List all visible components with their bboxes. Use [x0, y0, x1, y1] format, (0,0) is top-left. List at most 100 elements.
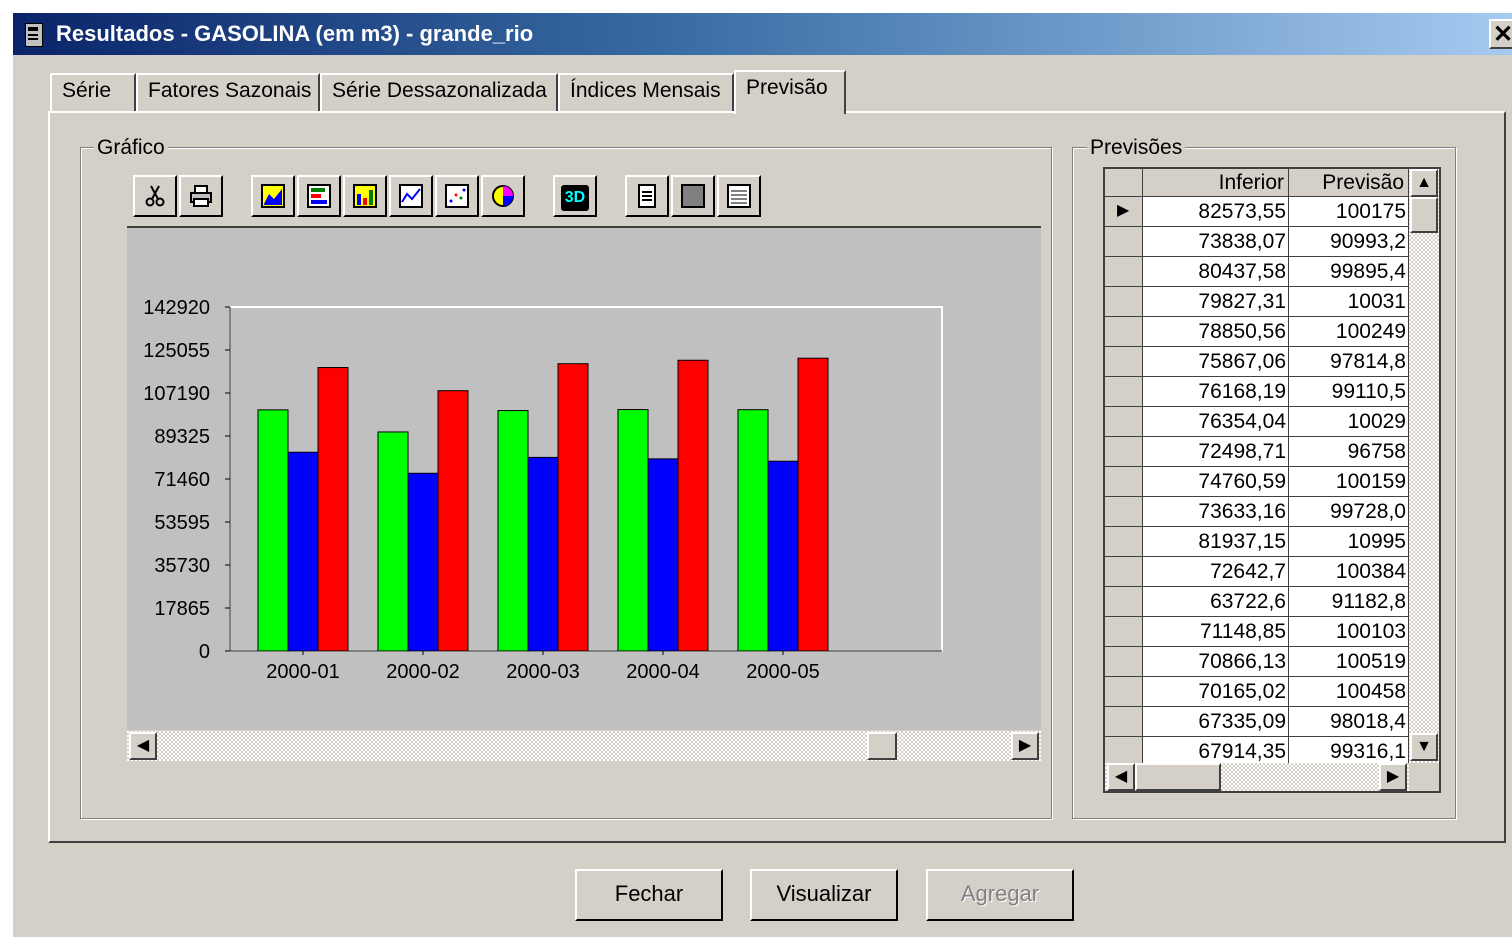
scroll-left-icon[interactable]: ◀ [1107, 763, 1135, 791]
cell-previsao[interactable]: 99895,4 [1289, 257, 1409, 287]
cell-inferior[interactable]: 63722,6 [1143, 587, 1289, 617]
column-header-previsao[interactable]: Previsão [1289, 169, 1409, 197]
cell-previsao[interactable]: 10031 [1289, 287, 1409, 317]
cell-inferior[interactable]: 76168,19 [1143, 377, 1289, 407]
cell-previsao[interactable]: 100175 [1289, 197, 1409, 227]
row-header[interactable] [1105, 257, 1143, 287]
cell-inferior[interactable]: 71148,85 [1143, 617, 1289, 647]
scroll-up-icon[interactable]: ▲ [1410, 169, 1438, 197]
cell-inferior[interactable]: 76354,04 [1143, 407, 1289, 437]
scroll-right-icon[interactable]: ▶ [1011, 732, 1039, 760]
background-color-button[interactable] [671, 175, 715, 217]
cell-inferior[interactable]: 67335,09 [1143, 707, 1289, 737]
grid-horizontal-scrollbar[interactable]: ◀ ▶ [1105, 763, 1409, 791]
row-header[interactable] [1105, 287, 1143, 317]
row-header[interactable] [1105, 317, 1143, 347]
cell-previsao[interactable]: 100519 [1289, 647, 1409, 677]
cell-previsao[interactable]: 100249 [1289, 317, 1409, 347]
row-header[interactable] [1105, 587, 1143, 617]
cell-previsao[interactable]: 100103 [1289, 617, 1409, 647]
cell-previsao[interactable]: 100384 [1289, 557, 1409, 587]
row-header[interactable] [1105, 407, 1143, 437]
cell-previsao[interactable]: 97814,8 [1289, 347, 1409, 377]
cell-previsao[interactable]: 99728,0 [1289, 497, 1409, 527]
cell-inferior[interactable]: 82573,55 [1143, 197, 1289, 227]
tab-serie-dessazonalizada[interactable]: Série Dessazonalizada [320, 73, 558, 111]
row-header[interactable] [1105, 527, 1143, 557]
cell-inferior[interactable]: 74760,59 [1143, 467, 1289, 497]
tab-fatores-sazonais[interactable]: Fatores Sazonais [136, 73, 320, 111]
print-button[interactable] [179, 175, 223, 217]
close-icon[interactable]: ✕ [1489, 19, 1512, 49]
close-button[interactable]: Fechar [575, 869, 723, 921]
pie-chart-icon [492, 185, 514, 207]
cell-inferior[interactable]: 78850,56 [1143, 317, 1289, 347]
horizontal-bar-chart-button[interactable] [297, 175, 341, 217]
cell-inferior[interactable]: 73838,07 [1143, 227, 1289, 257]
grid-vertical-scrollbar[interactable]: ▲ ▼ [1409, 169, 1439, 763]
scroll-right-icon[interactable]: ▶ [1379, 763, 1407, 791]
cell-previsao[interactable]: 99110,5 [1289, 377, 1409, 407]
row-header[interactable]: ▶ [1105, 197, 1143, 227]
row-header[interactable] [1105, 677, 1143, 707]
cell-inferior[interactable]: 79827,31 [1143, 287, 1289, 317]
gridlines-button[interactable] [717, 175, 761, 217]
bar [617, 409, 649, 652]
tab-serie[interactable]: Série [50, 73, 136, 111]
row-header[interactable] [1105, 497, 1143, 527]
row-header[interactable] [1105, 467, 1143, 497]
cell-inferior[interactable]: 72642,7 [1143, 557, 1289, 587]
scroll-down-icon[interactable]: ▼ [1410, 733, 1438, 761]
cell-inferior[interactable]: 70165,02 [1143, 677, 1289, 707]
scroll-left-icon[interactable]: ◀ [129, 732, 157, 760]
row-header[interactable] [1105, 557, 1143, 587]
line-chart-button[interactable] [389, 175, 433, 217]
cell-previsao[interactable]: 96758 [1289, 437, 1409, 467]
cell-previsao[interactable]: 100159 [1289, 467, 1409, 497]
tab-previsao[interactable]: Previsão [734, 70, 846, 114]
add-button[interactable]: Agregar [926, 869, 1074, 921]
pie-chart-button[interactable] [481, 175, 525, 217]
cell-previsao[interactable]: 10995 [1289, 527, 1409, 557]
cell-inferior[interactable]: 80437,58 [1143, 257, 1289, 287]
cell-previsao[interactable]: 98018,4 [1289, 707, 1409, 737]
cell-previsao[interactable]: 100458 [1289, 677, 1409, 707]
row-header[interactable] [1105, 227, 1143, 257]
row-header[interactable] [1105, 647, 1143, 677]
tab-label: Índices Mensais [570, 79, 721, 102]
cell-inferior[interactable]: 73633,16 [1143, 497, 1289, 527]
scroll-thumb[interactable] [1135, 763, 1221, 791]
scatter-chart-button[interactable] [435, 175, 479, 217]
tab-indices-mensais[interactable]: Índices Mensais [558, 73, 734, 111]
title-bar[interactable]: Resultados - GASOLINA (em m3) - grande_r… [13, 13, 1512, 55]
area-chart-button[interactable] [251, 175, 295, 217]
row-header[interactable] [1105, 617, 1143, 647]
row-header[interactable] [1105, 437, 1143, 467]
column-header-inferior[interactable]: Inferior [1143, 169, 1289, 197]
cut-button[interactable] [133, 175, 177, 217]
3d-toggle-button[interactable]: 3D [553, 175, 597, 217]
cell-previsao[interactable]: 91182,8 [1289, 587, 1409, 617]
cell-inferior[interactable]: 70866,13 [1143, 647, 1289, 677]
bar-chart-button[interactable] [343, 175, 387, 217]
row-header[interactable] [1105, 347, 1143, 377]
copy-button[interactable] [625, 175, 669, 217]
cell-inferior[interactable]: 75867,06 [1143, 347, 1289, 377]
chart-area: 142920 125055 107190 89325 71460 53595 35730 17… [127, 228, 1041, 730]
row-header[interactable] [1105, 707, 1143, 737]
3d-toggle-icon: 3D [561, 185, 589, 211]
view-button[interactable]: Visualizar [750, 869, 898, 921]
row-header[interactable] [1105, 377, 1143, 407]
cell-inferior[interactable]: 72498,71 [1143, 437, 1289, 467]
line-chart-icon [399, 184, 423, 208]
y-tick-label: 125055 [143, 340, 210, 362]
scroll-thumb[interactable] [1410, 197, 1438, 233]
scroll-thumb[interactable] [867, 732, 897, 760]
chart-horizontal-scrollbar[interactable]: ◀ ▶ [127, 731, 1041, 761]
cell-inferior[interactable]: 81937,15 [1143, 527, 1289, 557]
cell-previsao[interactable]: 90993,2 [1289, 227, 1409, 257]
bar [797, 357, 829, 652]
y-tick-label: 142920 [143, 297, 210, 319]
cell-previsao[interactable]: 10029 [1289, 407, 1409, 437]
area-chart-icon [261, 184, 285, 208]
